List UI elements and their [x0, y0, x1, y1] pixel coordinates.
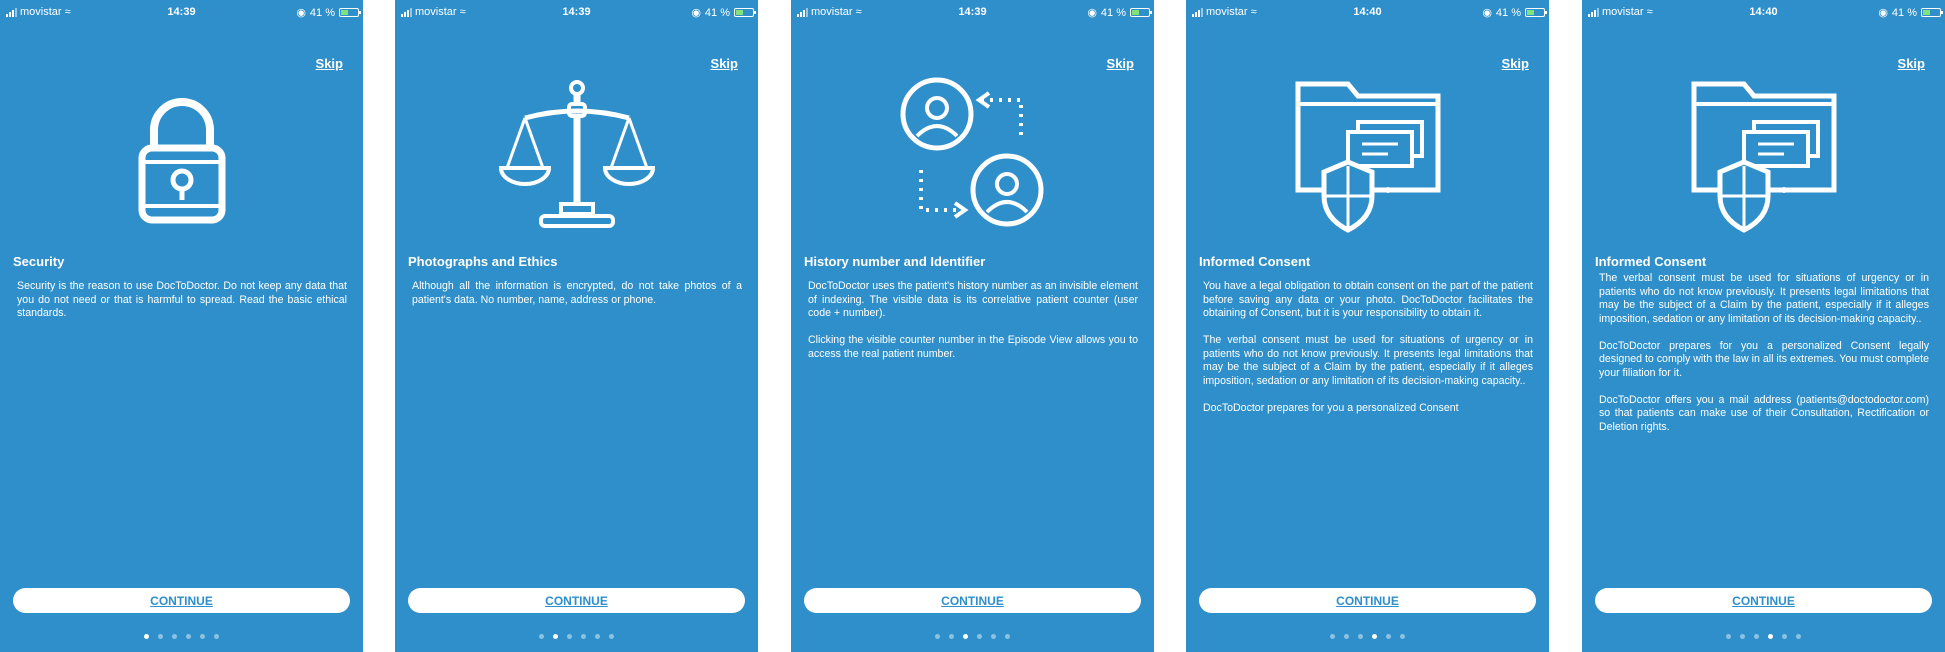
page-dot — [963, 634, 968, 639]
battery-icon — [734, 8, 756, 17]
page-dot — [935, 634, 940, 639]
page-dot — [553, 634, 558, 639]
user-exchange-icon — [791, 77, 1154, 234]
page-indicator — [791, 634, 1154, 639]
page-indicator — [395, 634, 758, 639]
scales-icon — [395, 78, 758, 234]
battery-percent: 41 % — [1495, 6, 1521, 19]
page-dot — [977, 634, 982, 639]
page-dot — [144, 634, 149, 639]
page-dot — [214, 634, 219, 639]
status-bar: movistar ≈ 14:39 ◉ 41 % — [395, 6, 758, 20]
battery-icon — [1130, 8, 1152, 17]
page-dot — [1330, 634, 1335, 639]
continue-button[interactable]: CONTINUE — [1199, 588, 1536, 613]
battery-percent: 41 % — [704, 6, 730, 19]
screen-description: DocToDoctor uses the patient's history n… — [808, 280, 1138, 360]
skip-link[interactable]: Skip — [1898, 56, 1925, 71]
page-dot — [1740, 634, 1745, 639]
page-dot — [186, 634, 191, 639]
page-dot — [1782, 634, 1787, 639]
page-dot — [1358, 634, 1363, 639]
status-bar: movistar ≈ 14:39 ◉ 41 % — [791, 6, 1154, 20]
page-dot — [581, 634, 586, 639]
battery-percent: 41 % — [1891, 6, 1917, 19]
folder-shield-icon — [1582, 78, 1945, 234]
status-bar: movistar ≈ 14:40 ◉ 41 % — [1582, 6, 1945, 20]
screen-title: History number and Identifier — [804, 254, 986, 269]
page-dot — [1386, 634, 1391, 639]
page-indicator — [1582, 634, 1945, 639]
page-dot — [991, 634, 996, 639]
lock-rotation-icon: ◉ — [1482, 7, 1492, 19]
continue-button[interactable]: CONTINUE — [408, 588, 745, 613]
screen-description: The verbal consent must be used for situ… — [1599, 272, 1929, 433]
onboarding-screen-2: movistar ≈ 14:39 ◉ 41 % Skip Photographs a… — [395, 0, 758, 652]
screen-description: You have a legal obligation to obtain co… — [1203, 280, 1533, 414]
continue-button[interactable]: CONTINUE — [1595, 588, 1932, 613]
onboarding-screen-5: movistar ≈ 14:40 ◉ 41 % Skip Informed Cons… — [1582, 0, 1945, 652]
screen-title: Photographs and Ethics — [408, 254, 558, 269]
skip-link[interactable]: Skip — [711, 56, 738, 71]
page-indicator — [0, 634, 363, 639]
page-dot — [567, 634, 572, 639]
status-bar: movistar ≈ 14:39 ◉ 41 % — [0, 6, 363, 20]
onboarding-screen-4: movistar ≈ 14:40 ◉ 41 % Skip Informed Cons… — [1186, 0, 1549, 652]
page-dot — [172, 634, 177, 639]
battery-icon — [1525, 8, 1547, 17]
screen-description: Although all the information is encrypte… — [412, 280, 742, 306]
page-dot — [595, 634, 600, 639]
page-dot — [1726, 634, 1731, 639]
page-dot — [949, 634, 954, 639]
continue-button[interactable]: CONTINUE — [13, 588, 350, 613]
page-dot — [158, 634, 163, 639]
page-dot — [1796, 634, 1801, 639]
page-indicator — [1186, 634, 1549, 639]
continue-button[interactable]: CONTINUE — [804, 588, 1141, 613]
onboarding-screen-3: movistar ≈ 14:39 ◉ 41 % Skip History numbe… — [791, 0, 1154, 652]
page-dot — [1344, 634, 1349, 639]
lock-rotation-icon: ◉ — [1087, 7, 1097, 19]
battery-icon — [1921, 8, 1943, 17]
page-dot — [1005, 634, 1010, 639]
battery-percent: 41 % — [309, 6, 335, 19]
folder-shield-icon — [1186, 78, 1549, 234]
battery-percent: 41 % — [1100, 6, 1126, 19]
padlock-icon — [0, 78, 363, 234]
page-dot — [200, 634, 205, 639]
status-bar: movistar ≈ 14:40 ◉ 41 % — [1186, 6, 1549, 20]
battery-icon — [339, 8, 361, 17]
onboarding-screen-1: movistar ≈ 14:39 ◉ 41 % Skip Security Secu… — [0, 0, 363, 652]
page-dot — [539, 634, 544, 639]
screen-title: Informed Consent — [1199, 254, 1311, 269]
page-dot — [1768, 634, 1773, 639]
screen-description: Security is the reason to use DocToDocto… — [17, 280, 347, 319]
screen-title: Informed Consent — [1595, 254, 1707, 269]
lock-rotation-icon: ◉ — [691, 7, 701, 19]
page-dot — [1400, 634, 1405, 639]
page-dot — [1372, 634, 1377, 639]
page-dot — [609, 634, 614, 639]
skip-link[interactable]: Skip — [1107, 56, 1134, 71]
skip-link[interactable]: Skip — [1502, 56, 1529, 71]
screen-title: Security — [13, 254, 65, 269]
lock-rotation-icon: ◉ — [296, 7, 306, 19]
page-dot — [1754, 634, 1759, 639]
skip-link[interactable]: Skip — [316, 56, 343, 71]
lock-rotation-icon: ◉ — [1878, 7, 1888, 19]
